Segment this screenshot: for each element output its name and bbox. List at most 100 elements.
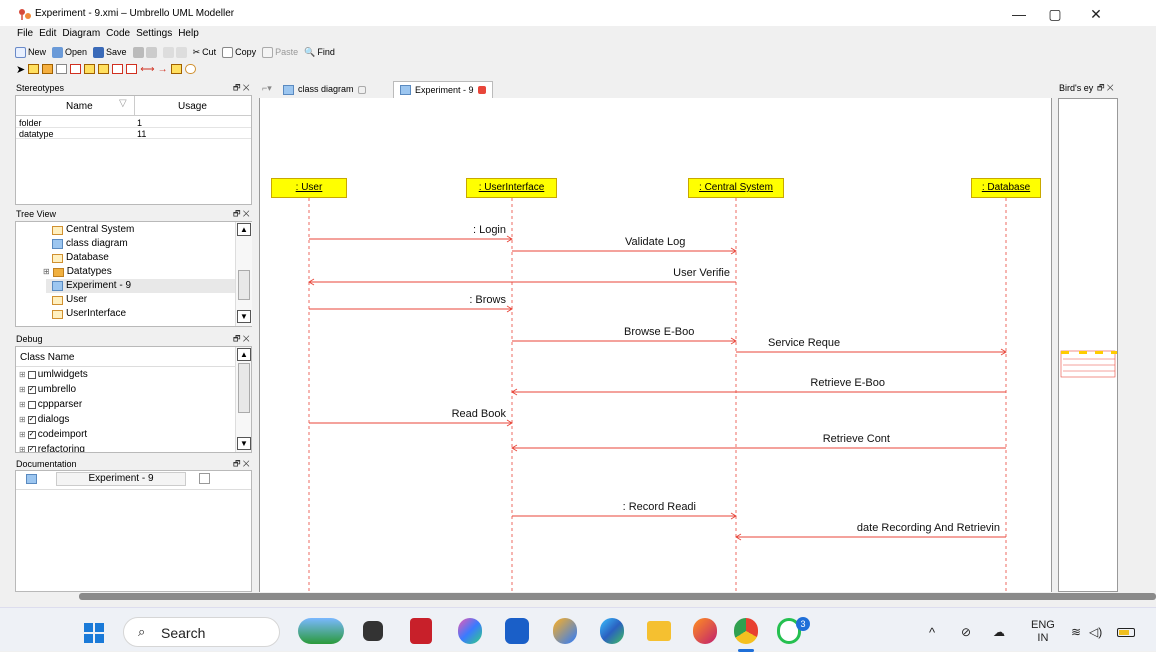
- stereotypes-dock-controls[interactable]: 🗗 ✕: [233, 82, 250, 94]
- stereotypes-col-name[interactable]: Name: [66, 101, 93, 112]
- menu-edit[interactable]: Edit: [39, 26, 56, 42]
- firefox-icon[interactable]: [693, 618, 717, 644]
- menu-diagram[interactable]: Diagram: [62, 26, 100, 42]
- debug-item-cppparser[interactable]: ⊞ cppparser: [19, 398, 82, 412]
- volume-icon[interactable]: ◁): [1089, 625, 1102, 639]
- expand-icon[interactable]: ⊞: [19, 383, 26, 397]
- taskbar-search[interactable]: ⌕ Search: [123, 617, 280, 647]
- wifi-icon[interactable]: ≋: [1071, 625, 1081, 639]
- expand-icon[interactable]: ⊞: [19, 368, 26, 382]
- copy-button[interactable]: Copy: [222, 46, 256, 58]
- scroll-up-icon[interactable]: ▲: [237, 223, 251, 236]
- edge-icon[interactable]: [600, 618, 624, 644]
- state-tool-icon[interactable]: [170, 64, 182, 74]
- scroll-down-icon[interactable]: ▼: [237, 437, 251, 450]
- scroll-up-icon[interactable]: ▲: [237, 348, 251, 361]
- new-button[interactable]: New: [15, 46, 46, 58]
- cut-button[interactable]: ✂ Cut: [193, 47, 217, 58]
- checkbox-unchecked[interactable]: [27, 401, 36, 409]
- maximize-button[interactable]: ▢: [1040, 5, 1070, 23]
- checkbox-checked[interactable]: ✓: [27, 416, 36, 424]
- tab-class-diagram[interactable]: class diagram: [277, 81, 372, 98]
- combined-fragment-icon[interactable]: [84, 64, 96, 74]
- debug-dock-controls[interactable]: 🗗 ✕: [233, 333, 250, 345]
- windows-start-icon[interactable]: [84, 623, 104, 643]
- lifeline-user[interactable]: : User: [271, 178, 347, 198]
- arrow-right-icon[interactable]: →: [158, 64, 168, 75]
- tree-item-central-system[interactable]: Central System: [52, 223, 134, 237]
- checkbox-checked[interactable]: ✓: [27, 386, 36, 394]
- expand-icon[interactable]: ⊞: [19, 398, 26, 412]
- microsoft-store-icon[interactable]: [505, 618, 529, 644]
- debug-item-codeimport[interactable]: ⊞ ✓ codeimport: [19, 428, 87, 442]
- debug-scrollbar[interactable]: ▲ ▼: [235, 347, 251, 452]
- checkbox-unchecked[interactable]: [27, 371, 36, 379]
- scroll-down-icon[interactable]: ▼: [237, 310, 251, 323]
- file-explorer-icon[interactable]: [647, 621, 671, 641]
- debug-item-umlwidgets[interactable]: ⊞ umlwidgets: [19, 368, 88, 382]
- menu-file[interactable]: File: [17, 26, 33, 42]
- expand-icon[interactable]: ⊞: [19, 443, 26, 452]
- arrow-double-icon[interactable]: ⟷: [140, 64, 154, 75]
- checkbox-checked[interactable]: ✓: [27, 431, 36, 439]
- help-icon[interactable]: [553, 618, 577, 644]
- undo-button[interactable]: [162, 46, 187, 58]
- lifeline-userinterface[interactable]: : UserInterface: [466, 178, 557, 198]
- stereotype-row[interactable]: folder 1: [16, 118, 251, 128]
- tab-close-icon[interactable]: [477, 86, 486, 94]
- select-tool-icon[interactable]: ➤: [16, 63, 25, 76]
- mcafee-icon[interactable]: [410, 618, 432, 644]
- expand-icon[interactable]: ⊞: [19, 413, 26, 427]
- battery-icon[interactable]: [1117, 628, 1135, 637]
- message-sync-icon[interactable]: [98, 64, 110, 74]
- tree-item-class-diagram[interactable]: class diagram: [52, 237, 128, 251]
- show-hidden-icons[interactable]: ^: [929, 625, 935, 640]
- paste-button[interactable]: Paste: [262, 46, 298, 58]
- tree-item-userinterface[interactable]: UserInterface: [52, 307, 126, 321]
- print-button[interactable]: [132, 46, 157, 58]
- message-found-icon[interactable]: [126, 64, 138, 74]
- expand-icon[interactable]: ⊞: [19, 428, 26, 442]
- ellipse-tool-icon[interactable]: [184, 64, 196, 74]
- open-button[interactable]: Open: [52, 46, 87, 58]
- copilot-icon[interactable]: [458, 618, 482, 644]
- actor-tool-icon[interactable]: [42, 64, 54, 74]
- debug-item-dialogs[interactable]: ⊞ ✓ dialogs: [19, 413, 69, 427]
- tree-item-experiment-9[interactable]: Experiment - 9: [46, 279, 236, 293]
- widgets-icon[interactable]: [298, 618, 344, 644]
- tree-item-user[interactable]: User: [52, 293, 87, 307]
- new-tab-icon[interactable]: ⌐▾: [262, 83, 272, 94]
- tree-item-database[interactable]: Database: [52, 251, 109, 265]
- documentation-dock-controls[interactable]: 🗗 ✕: [233, 458, 250, 470]
- debug-item-umbrello[interactable]: ⊞ ✓ umbrello: [19, 383, 76, 397]
- documentation-checkbox[interactable]: [199, 473, 210, 484]
- object-tool-icon[interactable]: [28, 64, 40, 74]
- tree-item-datatypes[interactable]: ⊞ Datatypes: [43, 265, 112, 279]
- tab-experiment-9[interactable]: Experiment - 9: [393, 81, 493, 98]
- lifeline-central-system[interactable]: : Central System: [688, 178, 784, 198]
- stereotype-row[interactable]: datatype 11: [16, 129, 251, 139]
- box-tool-icon[interactable]: [70, 64, 82, 74]
- birds-eye-dock-controls[interactable]: 🗗 ✕: [1097, 82, 1114, 94]
- chrome-icon[interactable]: [734, 618, 758, 644]
- treeview-scrollbar[interactable]: ▲ ▼: [235, 222, 252, 326]
- language-indicator[interactable]: ENG IN: [1031, 619, 1055, 645]
- close-button[interactable]: ✕: [1081, 5, 1111, 23]
- save-button[interactable]: Save: [93, 46, 127, 58]
- cloud-sync-icon[interactable]: ☁: [993, 625, 1005, 639]
- tab-close-icon[interactable]: [357, 85, 366, 94]
- minimize-button[interactable]: —: [1004, 5, 1034, 23]
- menu-help[interactable]: Help: [178, 26, 199, 42]
- birds-eye-panel[interactable]: [1058, 98, 1118, 592]
- menu-code[interactable]: Code: [106, 26, 130, 42]
- documentation-name-field[interactable]: Experiment - 9: [56, 472, 186, 486]
- menu-settings[interactable]: Settings: [136, 26, 172, 42]
- scroll-thumb[interactable]: [238, 270, 250, 300]
- note-tool-icon[interactable]: [56, 64, 68, 74]
- treeview-dock-controls[interactable]: 🗗 ✕: [233, 208, 250, 220]
- diagram-canvas[interactable]: : Login Validate Log User Verifie: Brows Br…: [259, 98, 1052, 592]
- debug-header[interactable]: Class Name: [16, 347, 235, 367]
- task-view-icon[interactable]: [363, 621, 383, 641]
- find-button[interactable]: 🔍 Find: [304, 47, 335, 58]
- horizontal-scrollbar[interactable]: [79, 593, 1156, 600]
